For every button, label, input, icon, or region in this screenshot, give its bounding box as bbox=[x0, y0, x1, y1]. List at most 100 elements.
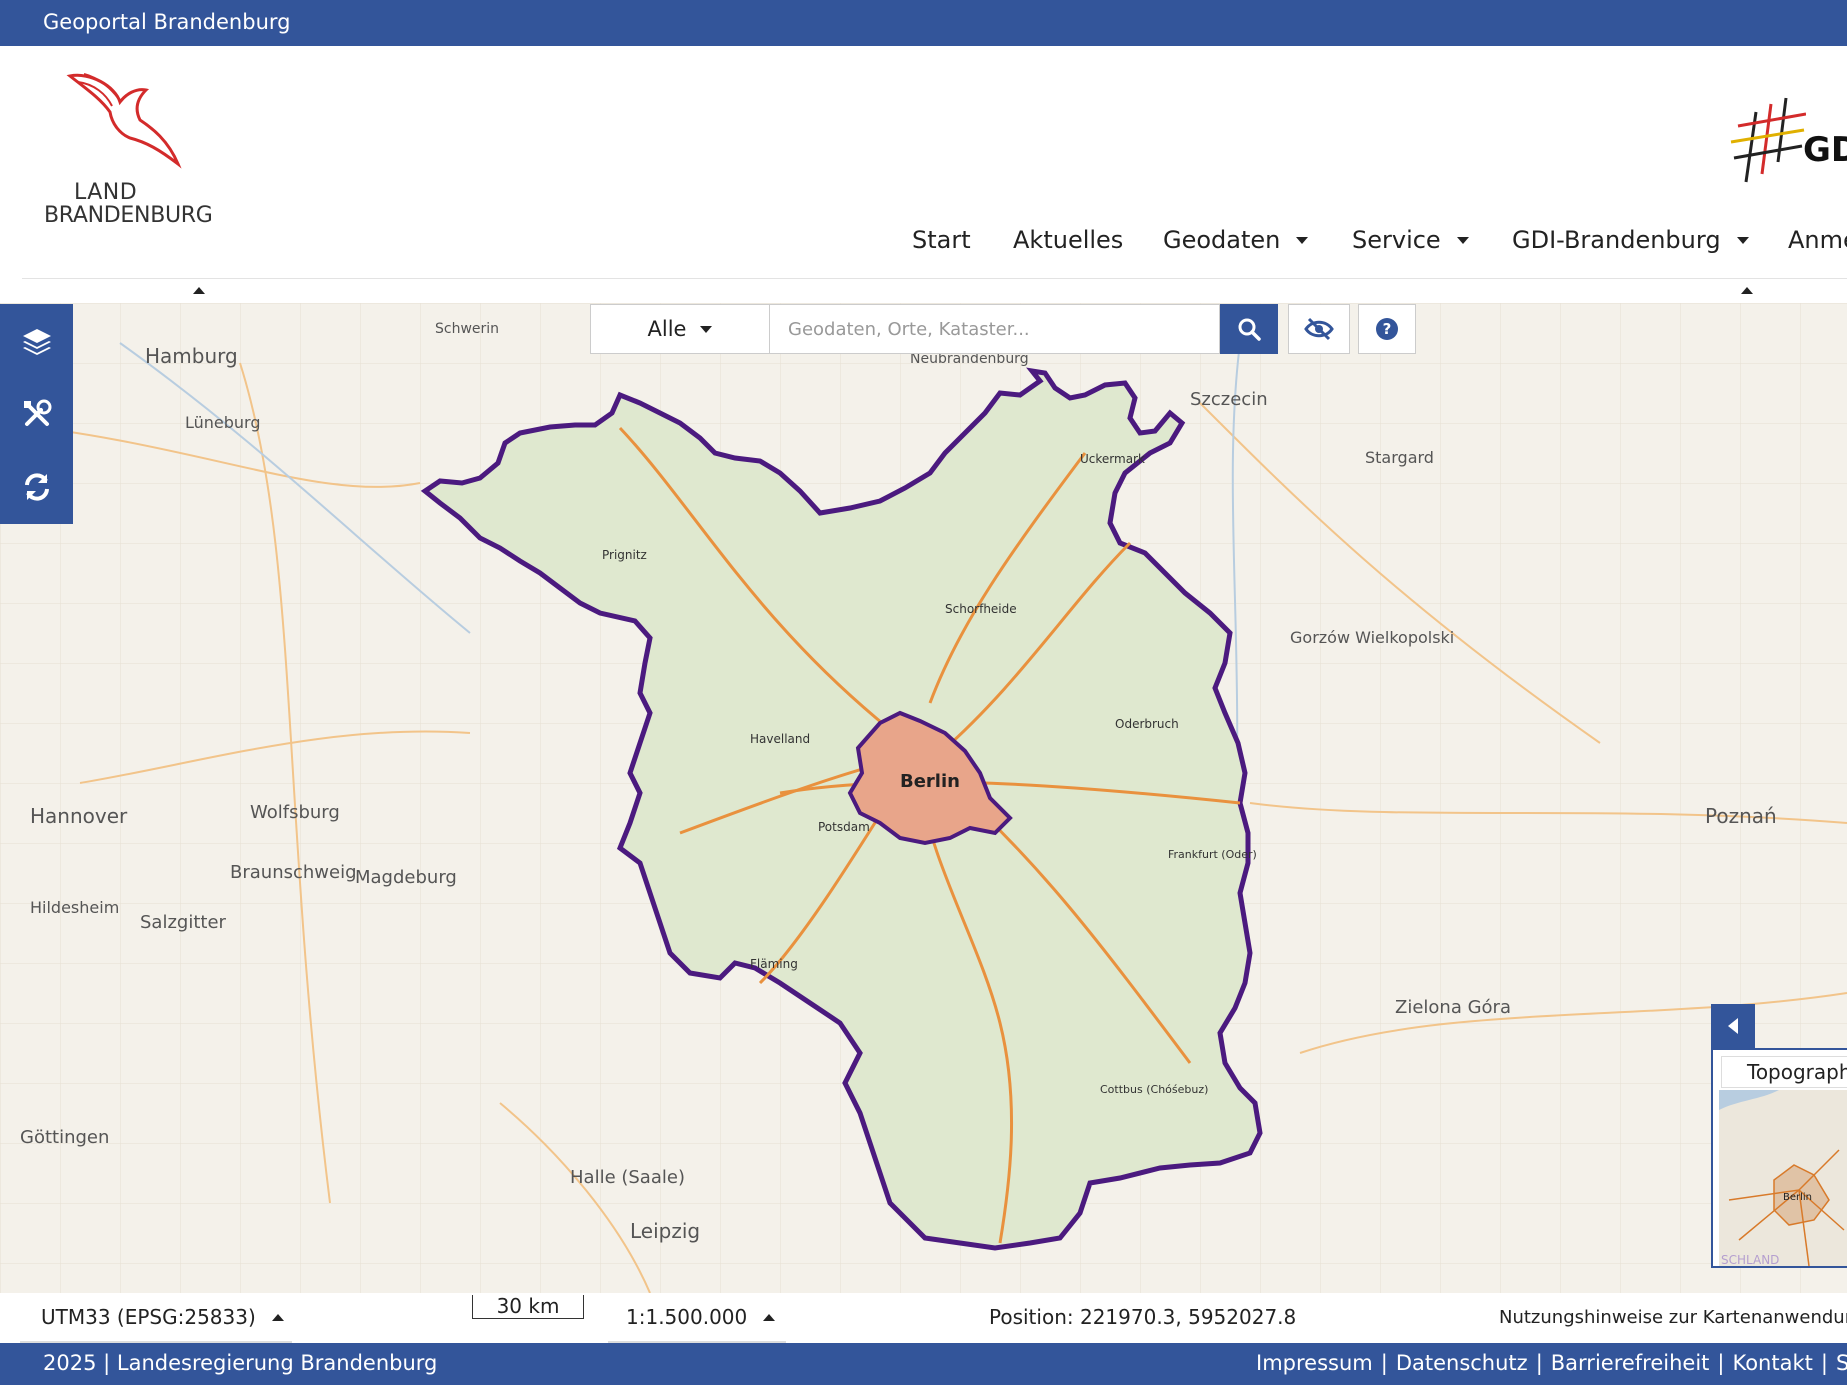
layers-icon bbox=[22, 328, 51, 355]
map-label-uckermark: Uckermark bbox=[1080, 452, 1145, 466]
logo-text-brandenburg: BRANDENBURG bbox=[44, 203, 213, 228]
gdi-logo-text: GDI- bbox=[1803, 130, 1847, 170]
footer-separator: | bbox=[1717, 1351, 1725, 1375]
footer-link-barrierefreiheit[interactable]: Barrierefreiheit bbox=[1551, 1351, 1710, 1375]
eye-slash-icon bbox=[1304, 317, 1334, 341]
gdi-grid-icon bbox=[1730, 97, 1806, 183]
caret-down-icon bbox=[700, 325, 713, 333]
mouse-position-label: Position: 221970.3, 5952027.8 bbox=[989, 1305, 1297, 1329]
overview-map-svg: Berlin SCHLAND bbox=[1719, 1090, 1847, 1266]
overview-country-label: SCHLAND bbox=[1721, 1253, 1779, 1266]
map-label-hildesheim: Hildesheim bbox=[30, 898, 119, 917]
search-input[interactable] bbox=[770, 304, 1220, 354]
map-label-prignitz: Prignitz bbox=[602, 548, 647, 562]
eagle-icon bbox=[66, 73, 182, 169]
overview-toggle-button[interactable] bbox=[1711, 1004, 1755, 1048]
chevron-left-icon bbox=[1728, 1018, 1738, 1034]
footer: 2025 | Landesregierung Brandenburg Impre… bbox=[0, 1343, 1847, 1385]
footer-separator: | bbox=[1380, 1351, 1388, 1375]
search-icon bbox=[1238, 318, 1261, 341]
map-svg: Berlin Hamburg Hannover Magdeburg Leipzi… bbox=[0, 303, 1847, 1293]
nav-aktuelles-label: Aktuelles bbox=[1013, 226, 1124, 254]
tools-icon bbox=[23, 399, 51, 426]
nav-service-label: Service bbox=[1352, 226, 1441, 254]
footer-separator: | bbox=[1535, 1351, 1543, 1375]
map-label-oderbruch: Oderbruch bbox=[1115, 717, 1179, 731]
nav-start[interactable]: Start bbox=[912, 226, 971, 254]
left-toolbar bbox=[0, 304, 73, 524]
map-canvas[interactable]: Berlin Hamburg Hannover Magdeburg Leipzi… bbox=[0, 303, 1847, 1293]
caret-up-icon bbox=[271, 1313, 284, 1321]
map-label-poznan: Poznań bbox=[1705, 804, 1777, 828]
scale-bar: 30 km bbox=[472, 1295, 584, 1319]
footer-separator: | bbox=[1820, 1351, 1828, 1375]
footer-links: Impressum | Datenschutz | Barrierefreihe… bbox=[1256, 1351, 1847, 1375]
nav-start-label: Start bbox=[912, 226, 971, 254]
map-label-cottbus: Cottbus (Chóśebuz) bbox=[1100, 1083, 1208, 1096]
caret-down-icon bbox=[1736, 236, 1749, 244]
map-label-flaeming: Fläming bbox=[750, 957, 798, 971]
overview-layer-label[interactable]: Topograph bbox=[1721, 1056, 1847, 1088]
map-label-frankfurt-oder: Frankfurt (Oder) bbox=[1168, 848, 1257, 861]
nav-geodaten-label: Geodaten bbox=[1163, 226, 1281, 254]
svg-text:?: ? bbox=[1383, 320, 1392, 338]
nav-gdi-brandenburg[interactable]: GDI-Brandenburg bbox=[1512, 226, 1749, 254]
map-label-zielona-gora: Zielona Góra bbox=[1395, 997, 1511, 1018]
map-label-salzgitter: Salzgitter bbox=[140, 912, 227, 933]
tools-button[interactable] bbox=[0, 377, 73, 450]
crs-select[interactable]: UTM33 (EPSG:25833) bbox=[41, 1305, 284, 1329]
footer-link-impressum[interactable]: Impressum bbox=[1256, 1351, 1373, 1375]
usage-hint-link[interactable]: Nutzungshinweise zur Kartenanwendung bbox=[1499, 1307, 1847, 1328]
map-label-wolfsburg: Wolfsburg bbox=[250, 802, 340, 823]
scale-label: 1:1.500.000 bbox=[626, 1305, 748, 1329]
map-label-schwerin: Schwerin bbox=[435, 321, 499, 337]
gdi-logo[interactable]: GDI- bbox=[1726, 92, 1847, 192]
search-button[interactable] bbox=[1220, 304, 1278, 354]
nav-geodaten[interactable]: Geodaten bbox=[1163, 226, 1309, 254]
map-label-lueneburg: Lüneburg bbox=[185, 413, 261, 432]
nav-service[interactable]: Service bbox=[1352, 226, 1469, 254]
map-label-leipzig: Leipzig bbox=[630, 1219, 700, 1243]
caret-down-icon bbox=[1296, 236, 1309, 244]
map-label-braunschweig: Braunschweig bbox=[230, 862, 357, 883]
question-circle-icon: ? bbox=[1376, 318, 1398, 340]
layers-button[interactable] bbox=[0, 304, 73, 377]
map-label-halle: Halle (Saale) bbox=[570, 1167, 685, 1188]
nav-gdi-brandenburg-label: GDI-Brandenburg bbox=[1512, 226, 1721, 254]
overview-map-panel: Topograph Berlin SCHLAND bbox=[1711, 1048, 1847, 1268]
status-bar: UTM33 (EPSG:25833) 30 km 1:1.500.000 Pos… bbox=[0, 1293, 1847, 1343]
scale-select[interactable]: 1:1.500.000 bbox=[626, 1305, 776, 1329]
hide-results-button[interactable] bbox=[1288, 304, 1350, 354]
caret-down-icon bbox=[1456, 236, 1469, 244]
refresh-icon bbox=[24, 472, 49, 501]
map-label-hannover: Hannover bbox=[30, 804, 128, 828]
refresh-button[interactable] bbox=[0, 450, 73, 523]
scale-bar-label: 30 km bbox=[496, 1294, 560, 1318]
help-button[interactable]: ? bbox=[1358, 304, 1416, 354]
header: LAND BRANDENBURG GDI- Start Aktuelles Ge… bbox=[0, 46, 1847, 280]
nav-anmelden[interactable]: Anme bbox=[1788, 226, 1847, 254]
land-brandenburg-logo[interactable]: LAND BRANDENBURG bbox=[40, 68, 230, 228]
caret-up-icon bbox=[763, 1313, 776, 1321]
map-label-goettingen: Göttingen bbox=[20, 1127, 109, 1148]
map-label-szczecin: Szczecin bbox=[1190, 389, 1268, 410]
map-label-magdeburg: Magdeburg bbox=[355, 867, 457, 888]
header-divider bbox=[22, 278, 1847, 279]
collapse-header-right-icon[interactable] bbox=[1741, 287, 1753, 294]
site-title: Geoportal Brandenburg bbox=[43, 10, 291, 34]
main-nav: Start Aktuelles Geodaten Service GDI-Bra… bbox=[0, 226, 1847, 270]
footer-link-sitemap[interactable]: Sit bbox=[1836, 1351, 1847, 1375]
map-label-hamburg: Hamburg bbox=[145, 344, 238, 368]
map-label-potsdam: Potsdam bbox=[818, 820, 870, 834]
map-label-schorfheide: Schorfheide bbox=[945, 602, 1017, 616]
usage-hint-label: Nutzungshinweise zur Kartenanwendung bbox=[1499, 1307, 1847, 1328]
footer-link-datenschutz[interactable]: Datenschutz bbox=[1396, 1351, 1528, 1375]
overview-map[interactable]: Berlin SCHLAND bbox=[1719, 1090, 1847, 1266]
map-label-berlin: Berlin bbox=[900, 771, 960, 792]
search-category-select[interactable]: Alle bbox=[590, 304, 770, 354]
footer-copyright: 2025 | Landesregierung Brandenburg bbox=[43, 1351, 438, 1375]
map-label-stargard: Stargard bbox=[1365, 448, 1434, 467]
nav-aktuelles[interactable]: Aktuelles bbox=[1013, 226, 1123, 254]
footer-link-kontakt[interactable]: Kontakt bbox=[1732, 1351, 1812, 1375]
collapse-header-left-icon[interactable] bbox=[193, 287, 205, 294]
